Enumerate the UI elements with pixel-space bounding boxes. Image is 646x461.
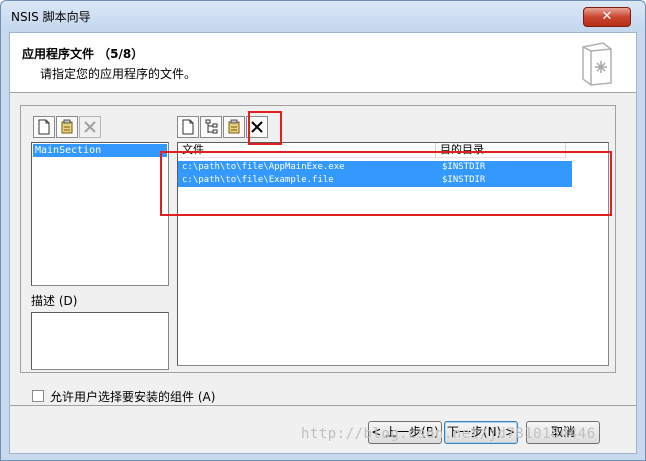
edit-section-button[interactable] (56, 116, 78, 138)
page-title: 应用程序文件 （5/8） (22, 47, 144, 61)
files-group: MainSection 文件 目的目录 c:\path\to\file\AppM… (20, 105, 616, 373)
section-item-main[interactable]: MainSection (33, 144, 167, 157)
tree-icon (205, 119, 218, 134)
delete-section-button[interactable] (79, 116, 101, 138)
window-title: NSIS 脚本向导 (11, 10, 91, 24)
title-bar: NSIS 脚本向导 ✕ (1, 1, 645, 31)
annotation-delete-highlight (248, 111, 282, 145)
divider (10, 405, 636, 406)
wizard-window: NSIS 脚本向导 ✕ 应用程序文件 （5/8） 请指定您的应用程序的文件。 M… (0, 0, 646, 461)
description-label: 描述 (D) (31, 294, 78, 308)
edit-file-button[interactable] (223, 116, 245, 138)
new-page-icon (182, 119, 194, 135)
new-page-icon (38, 119, 50, 135)
description-box (31, 312, 169, 370)
wizard-header: 应用程序文件 （5/8） 请指定您的应用程序的文件。 (10, 33, 636, 93)
add-directory-button[interactable] (200, 116, 222, 138)
edit-icon (61, 119, 73, 134)
new-section-button[interactable] (33, 116, 55, 138)
client-area: 应用程序文件 （5/8） 请指定您的应用程序的文件。 MainSection 文… (9, 32, 637, 454)
watermark-text: http://blog.csdn.net/jd7810184446 (301, 426, 596, 442)
annotation-files-highlight (160, 151, 612, 216)
delete-icon (84, 121, 96, 133)
close-button[interactable]: ✕ (583, 7, 631, 27)
installer-box-icon (582, 42, 612, 86)
allow-select-label: 允许用户选择要安装的组件 (A) (50, 390, 216, 404)
page-subtitle: 请指定您的应用程序的文件。 (40, 67, 197, 81)
edit-icon (228, 119, 240, 134)
allow-select-checkbox[interactable] (32, 390, 44, 402)
sections-list[interactable]: MainSection (31, 142, 169, 286)
add-file-button[interactable] (177, 116, 199, 138)
